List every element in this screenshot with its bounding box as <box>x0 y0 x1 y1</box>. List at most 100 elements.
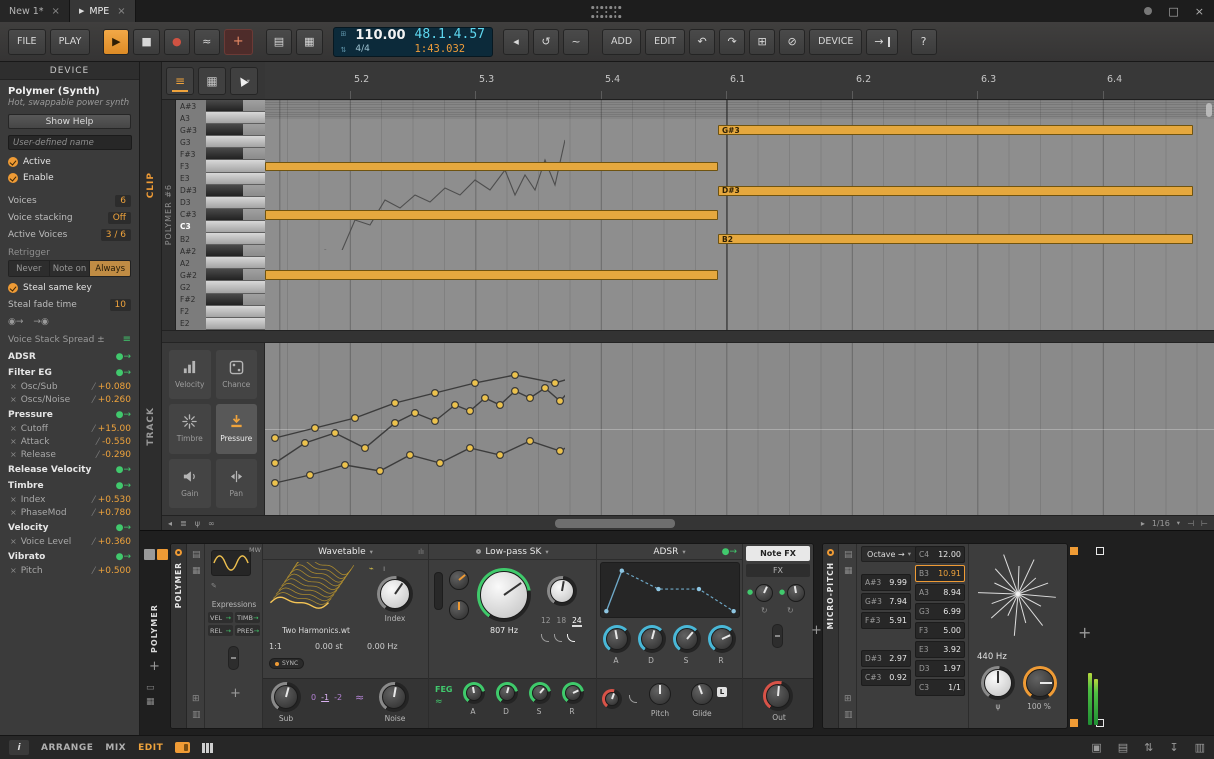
mod-target-row[interactable]: ×Voice Level/+0.360 <box>0 535 139 548</box>
mix-knob[interactable] <box>1026 669 1054 697</box>
mix-value[interactable]: 100 % <box>1019 702 1059 711</box>
mod-route-icon[interactable]: ●→ <box>116 523 131 533</box>
browser-panel-icon[interactable]: ▣ <box>1091 741 1101 754</box>
modulators-icon[interactable]: ▥ <box>192 710 201 720</box>
row-value[interactable]: 6 <box>115 195 131 207</box>
mod-route-icon[interactable]: ●→ <box>116 465 131 475</box>
polymer-power-icon[interactable] <box>175 549 182 556</box>
filter-keytrack-knob[interactable] <box>449 600 469 620</box>
mod-wheel-icon[interactable] <box>228 646 239 670</box>
window-restore-button[interactable]: □ <box>1168 5 1178 18</box>
pressure-curve-editor[interactable] <box>265 343 1214 515</box>
mod-route-in-icon[interactable]: →◉ <box>33 317 48 327</box>
filter-type-selector[interactable]: Low-pass SK▾ <box>429 544 596 560</box>
automation-write-button[interactable]: ≈ <box>194 29 220 55</box>
remove-mod-icon[interactable]: × <box>10 395 17 404</box>
mod-target-row[interactable]: ×PhaseMod/+0.780 <box>0 506 139 519</box>
play-menu-button[interactable]: PLAY <box>50 29 91 55</box>
mpe-icon[interactable]: ψ <box>195 519 200 528</box>
view-switch-arrange[interactable]: ARRANGE <box>41 743 93 753</box>
micropitch-cell-c3[interactable]: C31/1 <box>915 679 965 696</box>
filter-slope-18[interactable]: 18 <box>557 616 567 625</box>
filter-slope-12[interactable]: 12 <box>541 616 551 625</box>
lfo-sine-display[interactable] <box>211 550 251 576</box>
micropitch-cell-cs3[interactable]: C#30.92 <box>861 669 911 686</box>
piano-key[interactable]: C3 <box>176 221 265 233</box>
copy-button[interactable]: ⊞ <box>749 29 775 55</box>
show-help-button[interactable]: Show Help <box>8 114 131 129</box>
filter-resonance-knob[interactable] <box>550 579 574 603</box>
expression-slot-rel[interactable]: REL→ <box>208 625 233 636</box>
mod-target-row[interactable]: ×Oscs/Noise/+0.260 <box>0 393 139 406</box>
piano-key[interactable]: G3 <box>176 136 265 148</box>
micropitch-cell-e3[interactable]: E33.92 <box>915 641 965 658</box>
micropitch-mode-selector[interactable]: Octave →▾ <box>861 546 917 562</box>
grid-resolution-caret[interactable]: ▾ <box>1177 519 1180 527</box>
meter-panel-icon[interactable]: ▥ <box>1195 741 1205 754</box>
micropitch-cell-as3[interactable]: A#39.99 <box>861 574 911 591</box>
remove-mod-icon[interactable]: × <box>10 566 17 575</box>
mod-route-icon[interactable]: ●→ <box>116 552 131 562</box>
scroll-left-icon[interactable]: ◂ <box>168 519 172 528</box>
unison-value[interactable]: 1:1 <box>269 642 282 651</box>
sub-level-knob[interactable] <box>274 685 298 709</box>
transport-display[interactable]: ⊞ ⇅ 110.00 4/4 48.1.4.57 1:43.032 <box>333 27 494 57</box>
lane-header[interactable]: POLYMER #6 <box>162 100 176 330</box>
expand-device-icon[interactable]: ⊞ <box>192 694 200 704</box>
mod-target-row[interactable]: ×Attack/-0.550 <box>0 435 139 448</box>
device-name-input[interactable] <box>8 135 132 150</box>
pitch-knob[interactable] <box>649 683 671 705</box>
track-select-chip[interactable] <box>144 549 155 560</box>
fx-tab[interactable]: FX <box>746 564 810 577</box>
help-button[interactable]: ? <box>911 29 937 55</box>
feg-knob-d[interactable] <box>499 685 515 701</box>
add-modulator-button[interactable]: + <box>230 686 241 701</box>
audition-notes-icon[interactable]: ≣ <box>180 519 187 528</box>
redo-button[interactable]: ↷ <box>719 29 745 55</box>
sync-toggle[interactable]: SYNC <box>269 658 304 669</box>
piano-key[interactable]: D3 <box>176 197 265 209</box>
filter-cutoff-knob[interactable] <box>480 571 528 619</box>
edit-menu-button[interactable]: EDIT <box>645 29 685 55</box>
view-switch-mix[interactable]: MIX <box>105 743 126 753</box>
enable-checkbox-icon[interactable] <box>8 173 18 183</box>
song-time[interactable]: 1:43.032 <box>415 43 485 55</box>
sub-octave--1[interactable]: -1 <box>321 693 329 702</box>
dub-layers-button[interactable]: ▤ <box>266 29 292 55</box>
tap-tempo-icon[interactable]: ⊞ <box>341 30 347 38</box>
sub-octave--2[interactable]: -2 <box>334 693 342 702</box>
lfo-edit-icon[interactable]: ✎ <box>211 582 217 590</box>
active-checkbox-icon[interactable] <box>8 157 18 167</box>
expression-tab-pressure[interactable]: Pressure <box>216 404 258 453</box>
piano-key[interactable]: F2 <box>176 306 265 318</box>
horizontal-scrollbar-handle[interactable] <box>555 519 675 528</box>
expression-tab-pan[interactable]: Pan <box>216 459 258 508</box>
glide-knob[interactable] <box>691 683 713 705</box>
env-knob-d[interactable] <box>641 628 663 650</box>
inspector-row-voices[interactable]: Voices6 <box>0 192 139 209</box>
piano-key[interactable]: E3 <box>176 173 265 185</box>
preset-browser-icon[interactable]: ▦ <box>192 566 201 576</box>
mod-target-row[interactable]: ×Cutoff/+15.00 <box>0 422 139 435</box>
feg-knob-a[interactable] <box>466 685 482 701</box>
mod-target-row[interactable]: ×Osc/Sub/+0.080 <box>0 380 139 393</box>
enable-toggle[interactable]: Enable <box>0 170 139 186</box>
micropitch-cell-g3[interactable]: G36.99 <box>915 603 965 620</box>
piano-key[interactable]: A3 <box>176 112 265 124</box>
micropitch-cell-b3[interactable]: B310.91 <box>915 565 965 582</box>
expression-tab-timbre[interactable]: Timbre <box>169 404 211 453</box>
disable-button[interactable]: ⊘ <box>779 29 805 55</box>
voice-stack-spread-row[interactable]: Voice Stack Spread ± ≡ <box>0 331 139 348</box>
micropitch-cell-d3[interactable]: D31.97 <box>915 660 965 677</box>
add-track-device-button[interactable]: + <box>149 659 160 674</box>
osc-freq-value[interactable]: 0.00 Hz <box>367 642 398 651</box>
mod-amount-value[interactable]: +0.530 <box>98 495 131 505</box>
reference-knob[interactable] <box>984 669 1012 697</box>
retrigger-option-note-on[interactable]: Note on <box>50 261 91 276</box>
cutoff-value[interactable]: 807 Hz <box>477 626 531 635</box>
remove-mod-icon[interactable]: × <box>10 437 17 446</box>
mod-route-out-icon[interactable]: ◉→ <box>8 317 23 327</box>
note-bar[interactable]: B2 <box>718 234 1193 244</box>
view-switch-edit[interactable]: EDIT <box>138 743 163 753</box>
steal-fade-value[interactable]: 10 <box>110 299 131 311</box>
